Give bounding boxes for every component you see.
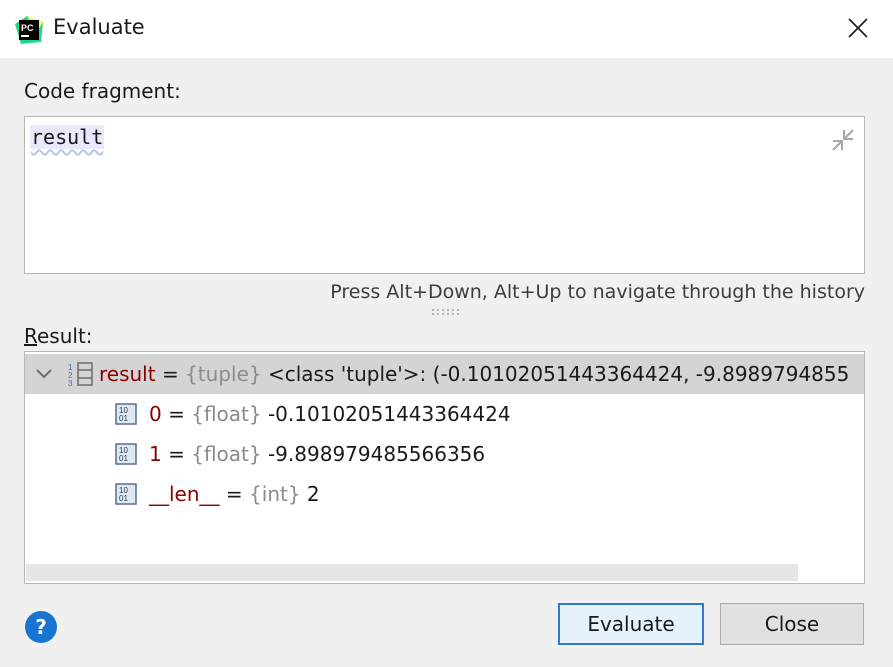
svg-text:01: 01 bbox=[119, 454, 128, 463]
tree-var-value: <class 'tuple'>: (-0.10102051443364424, … bbox=[261, 362, 850, 386]
tree-var-name: __len__ bbox=[149, 482, 220, 506]
result-label-rest: esult: bbox=[37, 324, 93, 348]
tree-equals: = bbox=[155, 362, 186, 386]
svg-text:PC: PC bbox=[21, 23, 34, 33]
binary-value-icon: 10 01 bbox=[115, 443, 137, 465]
tree-var-value: -0.10102051443364424 bbox=[261, 402, 511, 426]
chevron-down-icon[interactable] bbox=[29, 368, 59, 380]
tree-row-item-0[interactable]: 10 01 0 = {float} -0.10102051443364424 bbox=[25, 394, 864, 434]
splitter-handle[interactable] bbox=[430, 308, 460, 316]
tuple-icon: 1 2 3 bbox=[68, 362, 93, 387]
window-title: Evaluate bbox=[53, 15, 145, 39]
tree-equals: = bbox=[161, 442, 192, 466]
result-label: Result: bbox=[24, 324, 93, 348]
history-hint: Press Alt+Down, Alt+Up to navigate throu… bbox=[330, 281, 865, 303]
tree-var-name: result bbox=[99, 362, 156, 386]
svg-text:01: 01 bbox=[119, 494, 128, 503]
tree-row-len[interactable]: 10 01 __len__ = {int} 2 bbox=[25, 474, 864, 514]
horizontal-scrollbar[interactable] bbox=[26, 564, 798, 581]
tree-var-name: 1 bbox=[149, 442, 162, 466]
tree-row-result[interactable]: 1 2 3 result = {tuple} <class 'tuple'>: … bbox=[25, 354, 864, 394]
svg-text:01: 01 bbox=[119, 414, 128, 423]
tree-var-type: {float} bbox=[191, 442, 262, 466]
tree-var-name: 0 bbox=[149, 402, 162, 426]
tree-var-value: 2 bbox=[300, 482, 320, 506]
collapse-icon[interactable] bbox=[830, 127, 856, 153]
svg-text:3: 3 bbox=[68, 379, 73, 387]
title-bar: PC Evaluate bbox=[0, 0, 893, 58]
help-button[interactable]: ? bbox=[25, 611, 57, 643]
binary-value-icon: 10 01 bbox=[115, 403, 137, 425]
evaluate-button[interactable]: Evaluate bbox=[558, 603, 704, 645]
tree-equals: = bbox=[161, 402, 192, 426]
code-fragment-text[interactable]: result bbox=[30, 125, 105, 149]
pycharm-icon: PC bbox=[15, 16, 43, 44]
tree-var-value: -9.898979485566356 bbox=[261, 442, 486, 466]
result-label-mnemonic: R bbox=[24, 324, 37, 348]
close-icon[interactable] bbox=[840, 10, 876, 46]
close-button[interactable]: Close bbox=[720, 603, 864, 645]
tree-var-type: {tuple} bbox=[185, 362, 262, 386]
binary-value-icon: 10 01 bbox=[115, 483, 137, 505]
tree-var-type: {int} bbox=[249, 482, 301, 506]
result-tree[interactable]: 1 2 3 result = {tuple} <class 'tuple'>: … bbox=[24, 351, 865, 584]
code-fragment-editor[interactable]: result bbox=[24, 116, 865, 274]
tree-row-item-1[interactable]: 10 01 1 = {float} -9.898979485566356 bbox=[25, 434, 864, 474]
tree-equals: = bbox=[219, 482, 250, 506]
code-fragment-label: Code fragment: bbox=[24, 79, 181, 103]
tree-var-type: {float} bbox=[191, 402, 262, 426]
